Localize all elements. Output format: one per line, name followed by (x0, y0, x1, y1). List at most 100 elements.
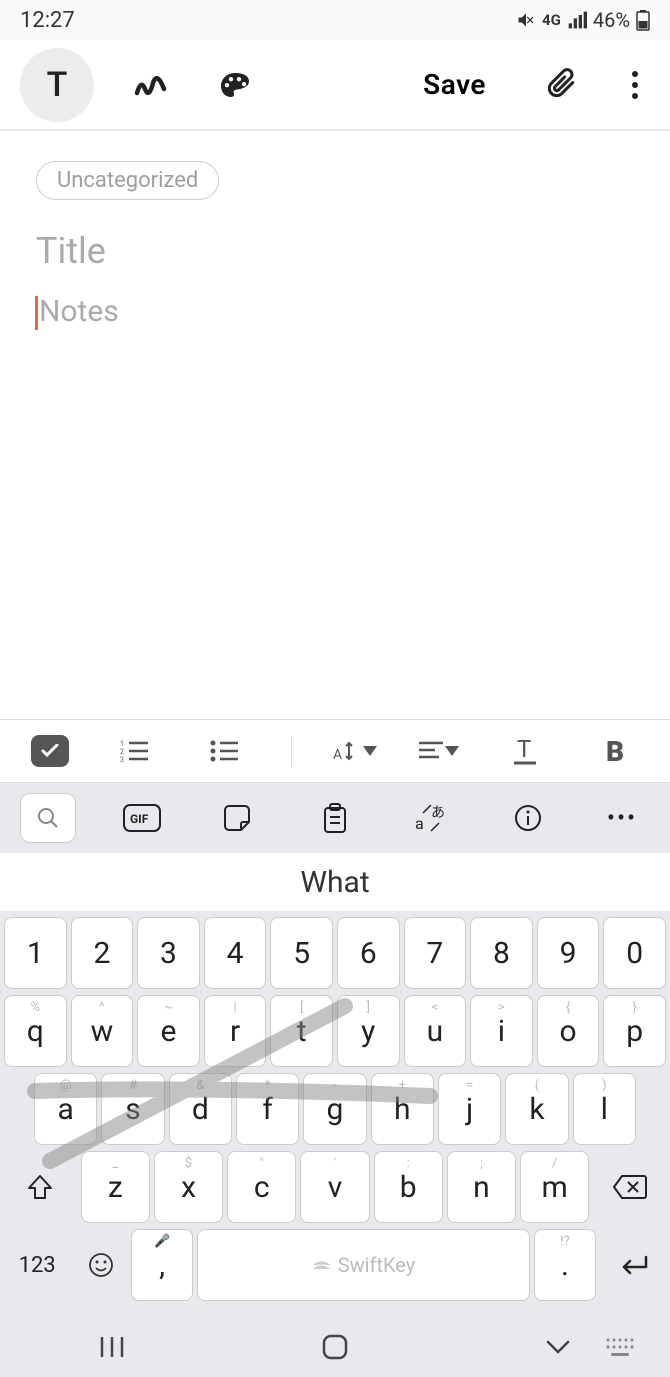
period-key[interactable]: !?. (534, 1229, 596, 1301)
key-9[interactable]: 9 (537, 917, 600, 989)
numbers-key[interactable]: 123 (4, 1229, 70, 1301)
divider (291, 736, 292, 766)
kb-more-button[interactable]: ••• (594, 793, 650, 843)
svg-text:1: 1 (120, 740, 124, 748)
key-l[interactable]: )l (573, 1073, 636, 1145)
key-f[interactable]: *f (236, 1073, 299, 1145)
bullet-list-button[interactable] (201, 731, 249, 771)
key-i[interactable]: >i (470, 995, 533, 1067)
key-2[interactable]: 2 (71, 917, 134, 989)
kb-translate-button[interactable]: aあ (403, 793, 459, 843)
key-e[interactable]: ~e (137, 995, 200, 1067)
key-v[interactable]: 'v (300, 1151, 369, 1223)
app-toolbar: T Save (0, 40, 670, 130)
notes-input[interactable]: Notes (36, 294, 634, 329)
pen-tool-button[interactable] (124, 58, 178, 112)
key-w[interactable]: ^w (71, 995, 134, 1067)
svg-text:T: T (517, 737, 531, 763)
key-6[interactable]: 6 (337, 917, 400, 989)
network-label: 4G (542, 11, 561, 29)
battery-icon (636, 9, 650, 31)
key-y[interactable]: ]y (337, 995, 400, 1067)
title-input[interactable]: Title (36, 230, 634, 272)
editor-area[interactable]: Uncategorized Title Notes (0, 130, 670, 719)
key-k[interactable]: (k (505, 1073, 568, 1145)
status-time: 12:27 (20, 8, 75, 33)
notes-placeholder: Notes (39, 294, 119, 329)
bold-button[interactable]: B (591, 731, 639, 771)
chevron-down-icon (445, 746, 459, 756)
svg-text:3: 3 (120, 756, 124, 763)
category-chip[interactable]: Uncategorized (36, 161, 219, 200)
save-button[interactable]: Save (423, 68, 486, 101)
recents-button[interactable] (82, 1327, 142, 1367)
comma-key[interactable]: 🎤, (131, 1229, 193, 1301)
mute-icon (516, 10, 536, 30)
enter-key[interactable] (600, 1229, 666, 1301)
key-0[interactable]: 0 (603, 917, 666, 989)
kb-info-button[interactable] (500, 793, 556, 843)
key-p[interactable]: }p (603, 995, 666, 1067)
home-button[interactable] (305, 1327, 365, 1367)
key-s[interactable]: #s (101, 1073, 164, 1145)
space-key[interactable]: SwiftKey (197, 1229, 530, 1301)
key-5[interactable]: 5 (270, 917, 333, 989)
text-tool-button[interactable]: T (20, 48, 94, 122)
key-b[interactable]: :b (374, 1151, 443, 1223)
key-c[interactable]: "c (227, 1151, 296, 1223)
status-bar: 12:27 4G 46% (0, 0, 670, 40)
kb-sticker-button[interactable] (211, 793, 267, 843)
svg-text:GIF: GIF (130, 812, 149, 826)
text-cursor (35, 296, 38, 330)
mic-icon: 🎤 (154, 1234, 170, 1249)
kb-clipboard-button[interactable] (307, 793, 363, 843)
attachment-button[interactable] (536, 58, 590, 112)
key-m[interactable]: /m (520, 1151, 589, 1223)
key-3[interactable]: 3 (137, 917, 200, 989)
key-o[interactable]: {o (537, 995, 600, 1067)
chevron-down-icon (363, 746, 377, 756)
key-g[interactable]: -g (303, 1073, 366, 1145)
numbered-list-button[interactable]: 123 (111, 731, 159, 771)
key-1[interactable]: 1 (4, 917, 67, 989)
key-4[interactable]: 4 (204, 917, 267, 989)
key-j[interactable]: =j (438, 1073, 501, 1145)
key-7[interactable]: 7 (404, 917, 467, 989)
key-8[interactable]: 8 (470, 917, 533, 989)
key-r[interactable]: |r (204, 995, 267, 1067)
key-z[interactable]: _z (81, 1151, 150, 1223)
battery-label: 46% (593, 8, 630, 32)
text-tool-label: T (47, 65, 68, 105)
back-button[interactable] (528, 1327, 588, 1367)
checkbox-format-button[interactable] (31, 735, 69, 767)
kb-search-button[interactable] (20, 793, 76, 843)
key-d[interactable]: &d (169, 1073, 232, 1145)
font-size-button[interactable]: A (333, 739, 377, 763)
key-t[interactable]: [t (270, 995, 333, 1067)
svg-text:a: a (415, 814, 424, 833)
format-toolbar: 123 A T B (0, 719, 670, 783)
key-a[interactable]: @a (34, 1073, 97, 1145)
keyboard: 1234567890 %q^w~e|r[t]y<u>i{o}p @a#s&d*f… (0, 911, 670, 1317)
svg-text:A: A (333, 747, 342, 763)
backspace-key[interactable] (593, 1151, 666, 1223)
key-h[interactable]: +h (371, 1073, 434, 1145)
palette-tool-button[interactable] (208, 58, 262, 112)
alignment-button[interactable] (419, 741, 459, 761)
key-q[interactable]: %q (4, 995, 67, 1067)
more-menu-button[interactable] (620, 58, 650, 112)
emoji-key[interactable] (74, 1229, 127, 1301)
keyboard-switch-button[interactable] (590, 1327, 650, 1367)
kb-gif-button[interactable]: GIF (114, 793, 170, 843)
signal-icon (567, 10, 587, 30)
svg-text:あ: あ (431, 805, 445, 821)
shift-key[interactable] (4, 1151, 77, 1223)
key-x[interactable]: $x (154, 1151, 223, 1223)
svg-text:2: 2 (120, 748, 124, 756)
status-indicators: 4G 46% (516, 8, 650, 32)
keyboard-toolbar: GIF aあ ••• (0, 783, 670, 853)
keyboard-suggestion[interactable]: What (0, 853, 670, 911)
key-u[interactable]: <u (404, 995, 467, 1067)
key-n[interactable]: ;n (447, 1151, 516, 1223)
underline-button[interactable]: T (501, 731, 549, 771)
